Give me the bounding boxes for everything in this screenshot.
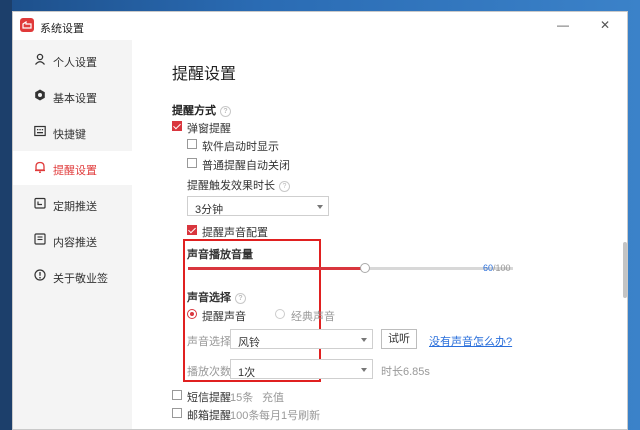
sidebar-item-shortcuts[interactable]: 快捷键 [13, 115, 132, 149]
sidebar-item-label: 定期推送 [53, 201, 97, 213]
auto-close-checkbox[interactable] [187, 158, 197, 168]
sidebar-item-personal[interactable]: 个人设置 [13, 43, 132, 77]
mail-count: 100条 [230, 410, 260, 422]
duration-label: 提醒触发效果时长 [187, 180, 275, 192]
sidebar-item-scheduled-push[interactable]: 定期推送 [13, 187, 132, 221]
classic-sound-label: 经典声音 [291, 311, 335, 323]
sms-reminder-checkbox[interactable] [172, 390, 182, 400]
volume-slider-handle[interactable] [360, 263, 370, 273]
classic-sound-radio[interactable] [275, 309, 285, 319]
desktop-background [0, 0, 12, 430]
chevron-down-icon [361, 338, 367, 342]
calendar-icon [34, 197, 46, 209]
sidebar-item-label: 内容推送 [53, 237, 97, 249]
sound-select-label: 声音选择 [187, 336, 231, 348]
content-scrollbar[interactable] [623, 242, 627, 298]
sidebar: 个人设置 基本设置 快捷键 提醒设置 定期推送 内容推送 关于敬业签 [13, 40, 132, 429]
reminder-sound-radio[interactable] [187, 309, 197, 319]
show-on-start-label: 软件启动时显示 [202, 141, 279, 153]
try-listen-button[interactable]: 试听 [381, 329, 417, 349]
mail-refresh-note: 每月1号刷新 [259, 410, 321, 422]
duration-select-value: 3分钟 [195, 204, 224, 216]
duration-select[interactable]: 3分钟 [187, 196, 329, 216]
popup-reminder-label: 弹窗提醒 [187, 123, 231, 135]
sound-config-label: 提醒声音配置 [202, 227, 268, 239]
person-icon [34, 53, 46, 65]
content-icon [34, 233, 46, 245]
help-icon[interactable]: ? [235, 292, 246, 304]
sms-recharge-link[interactable]: 充值 [262, 389, 284, 405]
show-on-start-checkbox[interactable] [187, 139, 197, 149]
bell-icon [35, 161, 45, 173]
minimize-button[interactable]: — [554, 17, 572, 33]
mail-reminder-checkbox[interactable] [172, 408, 182, 418]
reminder-sound-label: 提醒声音 [202, 311, 246, 323]
help-icon[interactable]: ? [279, 180, 290, 192]
popup-reminder-checkbox[interactable] [172, 121, 182, 131]
play-count-value: 1次 [238, 367, 256, 379]
titlebar: 系统设置 — ✕ [13, 12, 627, 40]
sidebar-item-basic[interactable]: 基本设置 [13, 79, 132, 113]
volume-slider-fill [188, 267, 365, 270]
sound-select-section: 声音选择? [187, 289, 246, 305]
sidebar-item-label: 基本设置 [53, 93, 97, 105]
chevron-down-icon [317, 205, 323, 209]
main-content: 提醒设置 提醒方式? 弹窗提醒 软件启动时显示 普通提醒自动关闭 提醒触发效果时… [132, 40, 627, 429]
sidebar-item-about[interactable]: 关于敬业签 [13, 259, 132, 293]
close-button[interactable]: ✕ [596, 17, 614, 33]
duration-row: 提醒触发效果时长? [187, 177, 290, 193]
help-icon[interactable]: ? [220, 105, 231, 117]
volume-readout: 60/100 [483, 263, 511, 273]
sidebar-item-label: 快捷键 [53, 129, 86, 141]
no-sound-help-link[interactable]: 没有声音怎么办? [429, 333, 512, 349]
sound-select-value: 风铃 [238, 337, 260, 349]
sidebar-item-label: 关于敬业签 [53, 273, 108, 285]
sidebar-item-reminders[interactable]: 提醒设置 [13, 151, 132, 185]
sidebar-item-label: 个人设置 [53, 57, 97, 69]
sms-reminder-label: 短信提醒 [187, 392, 231, 404]
sidebar-item-content-push[interactable]: 内容推送 [13, 223, 132, 257]
sound-config-checkbox[interactable] [187, 225, 197, 235]
sound-select-dropdown[interactable]: 风铃 [230, 329, 373, 349]
volume-title: 声音播放音量 [187, 249, 253, 261]
page-title: 提醒设置 [172, 66, 237, 83]
keyboard-icon [34, 125, 46, 137]
chevron-down-icon [361, 368, 367, 372]
sound-duration-text: 时长6.85s [381, 366, 430, 378]
play-count-select[interactable]: 1次 [230, 359, 373, 379]
section-title: 提醒方式 [172, 105, 216, 117]
section-title: 声音选择 [187, 292, 231, 304]
mail-reminder-label: 邮箱提醒 [187, 410, 231, 422]
sms-count: 15条 [230, 392, 254, 404]
sidebar-item-label: 提醒设置 [53, 165, 97, 177]
remind-mode-section: 提醒方式? [172, 102, 231, 118]
play-count-label: 播放次数 [187, 366, 231, 378]
volume-max: /100 [493, 263, 511, 273]
auto-close-label: 普通提醒自动关闭 [202, 160, 290, 172]
volume-value: 60 [483, 263, 494, 273]
gear-icon [35, 89, 45, 101]
info-icon [34, 269, 46, 281]
settings-window: 系统设置 — ✕ 个人设置 基本设置 快捷键 提醒设置 定期推送 内容推送 关于… [12, 11, 628, 430]
window-title: 系统设置 [40, 23, 84, 35]
app-logo-icon [20, 18, 34, 32]
